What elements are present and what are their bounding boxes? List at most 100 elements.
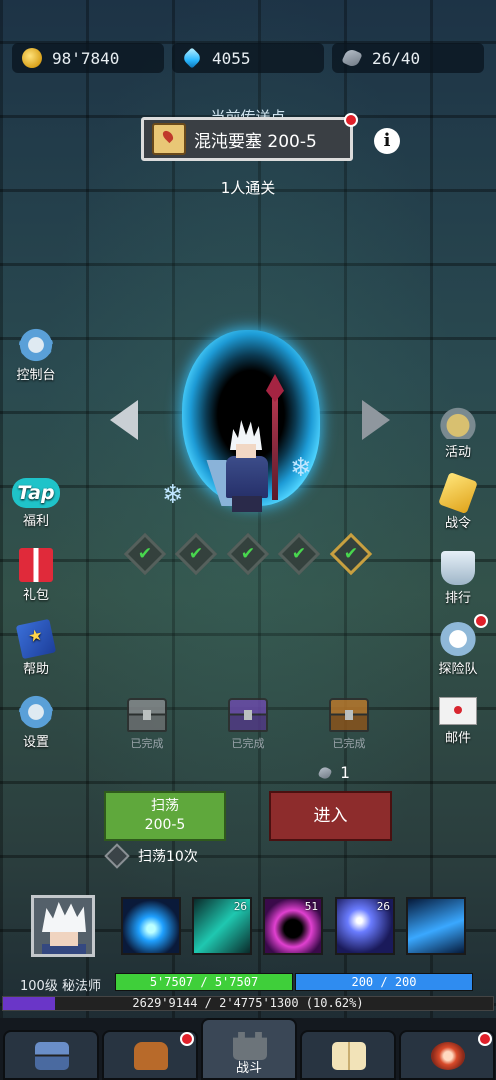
tap-logo-icon: Tap — [12, 478, 60, 508]
chest-reward[interactable]: 已完成 — [218, 698, 278, 751]
welfare-button[interactable]: Tap 福利 — [6, 478, 66, 529]
clear-count: 1人通关 — [220, 179, 276, 197]
help-label: 帮助 — [22, 662, 49, 677]
clock-icon — [440, 622, 476, 656]
chest-reward[interactable]: 已完成 — [319, 698, 379, 751]
expedition-button[interactable]: 探险队 — [428, 622, 488, 677]
mail-label: 邮件 — [444, 731, 471, 746]
hp-text: 5'7507 / 5'7507 — [149, 975, 259, 989]
location-name: 混沌要塞 200-5 — [194, 131, 317, 152]
skill-level: 51 — [304, 900, 318, 913]
skill-slot[interactable]: 26 — [192, 897, 252, 955]
gear-icon — [17, 695, 55, 729]
tab-chest[interactable] — [3, 1030, 99, 1080]
sweep-button[interactable]: 扫荡 200-5 — [104, 791, 226, 841]
battle-pass-label: 战令 — [444, 516, 471, 531]
hero-sprite — [206, 420, 274, 512]
book-icon: ★ — [15, 618, 57, 660]
enter-button[interactable]: 进入 — [269, 791, 392, 841]
enter-label: 进入 — [313, 806, 348, 826]
activity-button[interactable]: 活动 — [428, 405, 488, 460]
tab-battle[interactable]: 战斗 — [201, 1018, 297, 1080]
ranking-button[interactable]: 排行 — [428, 551, 488, 606]
tab-battle-label: 战斗 — [235, 1061, 262, 1076]
skill-slot[interactable] — [121, 897, 181, 955]
sweep-10-toggle[interactable]: 扫荡10次 — [104, 843, 198, 869]
gem-icon — [181, 47, 203, 69]
open-book-icon — [332, 1042, 366, 1070]
location-selector[interactable]: 混沌要塞 200-5 — [141, 117, 353, 161]
gem-amount: 4055 — [212, 48, 251, 68]
hp-bar: 5'7507 / 5'7507 — [115, 973, 293, 991]
expedition-label: 探险队 — [438, 662, 478, 677]
settings-label: 设置 — [22, 735, 49, 750]
stage-check-icon: ✔ — [123, 532, 167, 576]
entry-cost-value: 1 — [340, 763, 350, 782]
castle-icon — [233, 1032, 267, 1060]
stamina-counter: 26/40 — [332, 43, 484, 73]
chest-icon — [228, 698, 268, 732]
snowflake-icon: ❄ — [162, 480, 184, 510]
notification-dot — [344, 113, 358, 127]
skill-level: 26 — [376, 900, 390, 913]
welfare-label: 福利 — [22, 514, 49, 529]
mp-bar: 200 / 200 — [295, 973, 473, 991]
gift-label: 礼包 — [22, 588, 49, 603]
gift-icon — [19, 548, 53, 582]
rune-icon — [431, 1042, 465, 1070]
settings-button[interactable]: 设置 — [6, 695, 66, 750]
mail-icon — [439, 697, 477, 725]
ranking-label: 排行 — [444, 591, 471, 606]
feather-icon — [317, 765, 333, 780]
notification-dot — [478, 1032, 492, 1046]
chest-icon — [35, 1042, 69, 1070]
notification-dot — [474, 614, 488, 628]
checkbox-diamond-icon — [104, 843, 130, 869]
xp-text: 2629'9144 / 2'4775'1300 (10.62%) — [132, 996, 364, 1010]
stamina-amount: 26/40 — [372, 48, 421, 68]
stage-check-icon: ✔ — [277, 532, 321, 576]
entry-cost: 1 — [317, 763, 350, 782]
skill-slot[interactable] — [406, 897, 466, 955]
notification-dot — [180, 1032, 194, 1046]
gem-counter: 4055 — [172, 43, 324, 73]
next-stage-arrow[interactable] — [362, 400, 390, 440]
snowflake-icon: ❄ — [290, 453, 312, 483]
console-button[interactable]: 控制台 — [6, 328, 66, 383]
chest-reward[interactable]: 已完成 — [117, 698, 177, 751]
xp-bar: 2629'9144 / 2'4775'1300 (10.62%) — [2, 996, 494, 1011]
sweep-10-label: 扫荡10次 — [138, 849, 198, 865]
level-class: 100级 秘法师 — [20, 979, 101, 994]
skill-slot[interactable]: 26 — [335, 897, 395, 955]
gold-badge-icon — [438, 471, 478, 515]
chest-status: 已完成 — [332, 737, 366, 750]
chest-icon — [329, 698, 369, 732]
sweep-label: 扫荡 — [151, 798, 179, 814]
trophy-icon — [441, 551, 475, 585]
gear-icon — [17, 328, 55, 362]
sweep-stage: 200-5 — [144, 817, 186, 833]
mail-button[interactable]: 邮件 — [428, 697, 488, 746]
gold-coin-icon — [22, 48, 42, 68]
previous-stage-arrow[interactable] — [110, 400, 138, 440]
activity-label: 活动 — [444, 445, 471, 460]
tab-codex[interactable] — [300, 1030, 396, 1080]
helmet-icon — [439, 405, 477, 439]
battle-pass-button[interactable]: 战令 — [428, 471, 488, 531]
bag-icon — [134, 1042, 168, 1070]
info-icon[interactable]: i — [374, 128, 400, 154]
character-portrait[interactable] — [31, 895, 95, 957]
feather-icon — [341, 47, 363, 69]
gold-counter: 98'7840 — [12, 43, 164, 73]
stage-check-icon: ✔ — [174, 532, 218, 576]
map-icon — [152, 123, 186, 155]
help-button[interactable]: ★ 帮助 — [6, 618, 66, 677]
gift-button[interactable]: 礼包 — [6, 548, 66, 603]
chest-icon — [127, 698, 167, 732]
chest-status: 已完成 — [130, 737, 164, 750]
mp-text: 200 / 200 — [351, 975, 417, 989]
gold-amount: 98'7840 — [52, 48, 120, 68]
skill-slot[interactable]: 51 — [263, 897, 323, 955]
stage-check-icon: ✔ — [226, 532, 270, 576]
skill-level: 26 — [233, 900, 247, 913]
